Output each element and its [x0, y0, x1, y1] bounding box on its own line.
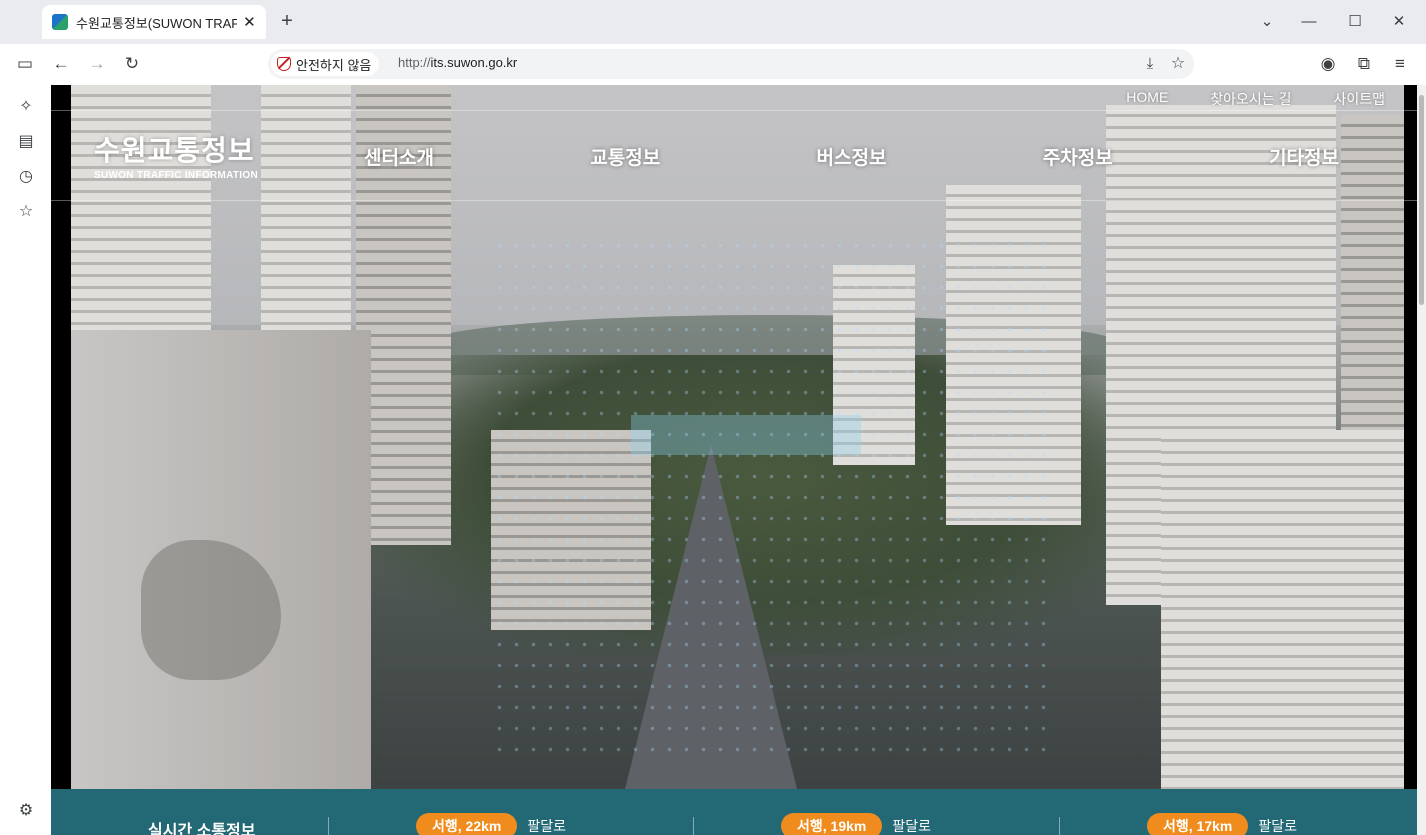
reload-icon[interactable]: ↻ [120, 52, 144, 76]
nav-parking-info[interactable]: 주차정보 [1043, 143, 1113, 170]
minimize-window-icon[interactable]: — [1297, 10, 1321, 34]
menu-icon[interactable]: ≡ [1388, 52, 1412, 76]
main-nav: 센터소개 교통정보 버스정보 주차정보 기타정보 [364, 143, 1339, 170]
nav-other-info[interactable]: 기타정보 [1269, 143, 1339, 170]
util-link-home[interactable]: HOME [1126, 89, 1168, 109]
security-label: 안전하지 않음 [296, 57, 372, 73]
site-logo[interactable]: 수원교통정보 SUWON TRAFFIC INFORMATION [94, 129, 258, 181]
logo-english: SUWON TRAFFIC INFORMATION [94, 170, 258, 181]
site-header: HOME 찾아오시는 길 사이트맵 수원교통정보 SUWON TRAFFIC I… [51, 85, 1417, 201]
install-app-icon[interactable]: ⤓ [1138, 52, 1162, 76]
maximize-window-icon[interactable]: ☐ [1343, 10, 1367, 34]
extensions-icon[interactable]: ⧉ [1352, 52, 1376, 76]
browser-sidebar: ✧ ▤ ◷ ☆ ⚙ [0, 85, 51, 835]
history-icon[interactable]: ◷ [14, 165, 38, 189]
browser-tab-strip: 수원교통정보(SUWON TRAFFIC ✕ + ⌄ — ☐ ✕ [0, 0, 1426, 44]
traffic-status-badge: 서행, 19km [781, 813, 883, 835]
security-indicator[interactable]: 안전하지 않음 [271, 52, 380, 76]
site-favicon-icon [52, 14, 68, 30]
road-name: 팔달로 [892, 818, 931, 834]
not-secure-shield-icon [277, 57, 291, 71]
road-name: 팔달로 [527, 818, 566, 834]
tab-title: 수원교통정보(SUWON TRAFFIC [76, 15, 237, 31]
realtime-traffic-bar: 실시간 소통정보 서행, 22km 팔달로 서행, 19km 팔달로 서행, 1… [51, 789, 1417, 835]
favorites-star-icon[interactable]: ☆ [14, 200, 38, 224]
copilot-sparkle-icon[interactable]: ✧ [14, 95, 38, 119]
back-icon[interactable]: ← [49, 52, 73, 76]
util-link-directions[interactable]: 찾아오시는 길 [1210, 89, 1291, 109]
logo-korean: 수원교통정보 [94, 135, 255, 166]
nav-center-intro[interactable]: 센터소개 [364, 143, 434, 170]
url-text[interactable]: http://its.suwon.go.kr [398, 55, 517, 70]
bookmark-star-icon[interactable]: ☆ [1166, 52, 1190, 76]
forward-icon[interactable]: → [85, 52, 109, 76]
digit-rain-effect [491, 235, 1051, 755]
close-tab-icon[interactable]: ✕ [241, 13, 258, 31]
new-tab-button[interactable]: + [276, 10, 298, 32]
util-link-sitemap[interactable]: 사이트맵 [1333, 89, 1385, 109]
traffic-item[interactable]: 서행, 17km 팔달로 [1147, 813, 1297, 835]
traffic-status-badge: 서행, 17km [1147, 813, 1249, 835]
nav-bus-info[interactable]: 버스정보 [817, 143, 887, 170]
web-page: HOME 찾아오시는 길 사이트맵 수원교통정보 SUWON TRAFFIC I… [51, 85, 1417, 835]
traffic-bar-title: 실시간 소통정보 [148, 823, 256, 835]
settings-gear-icon[interactable]: ⚙ [14, 799, 38, 823]
sidebar-toggle-icon[interactable]: ▭ [13, 52, 37, 76]
collections-icon[interactable]: ▤ [14, 130, 38, 154]
browser-toolbar: ▭ ← → ↻ 안전하지 않음 http://its.suwon.go.kr ⤓… [0, 44, 1426, 85]
browser-tab[interactable]: 수원교통정보(SUWON TRAFFIC ✕ [42, 5, 266, 39]
profile-icon[interactable]: ◉ [1316, 52, 1340, 76]
nav-traffic-info[interactable]: 교통정보 [590, 143, 660, 170]
close-window-icon[interactable]: ✕ [1387, 10, 1411, 34]
url-scheme: http:// [398, 55, 431, 70]
traffic-status-badge: 서행, 22km [416, 813, 518, 835]
tab-search-icon[interactable]: ⌄ [1255, 10, 1279, 34]
scrollbar-thumb[interactable] [1419, 95, 1424, 305]
traffic-item[interactable]: 서행, 22km 팔달로 [416, 813, 566, 835]
url-host: its.suwon.go.kr [430, 55, 518, 70]
traffic-item[interactable]: 서행, 19km 팔달로 [781, 813, 931, 835]
address-bar[interactable]: 안전하지 않음 http://its.suwon.go.kr ⤓ ☆ [268, 49, 1194, 79]
utility-nav: HOME 찾아오시는 길 사이트맵 [1126, 89, 1385, 109]
road-name: 팔달로 [1258, 818, 1297, 834]
page-scrollbar[interactable] [1417, 85, 1426, 835]
